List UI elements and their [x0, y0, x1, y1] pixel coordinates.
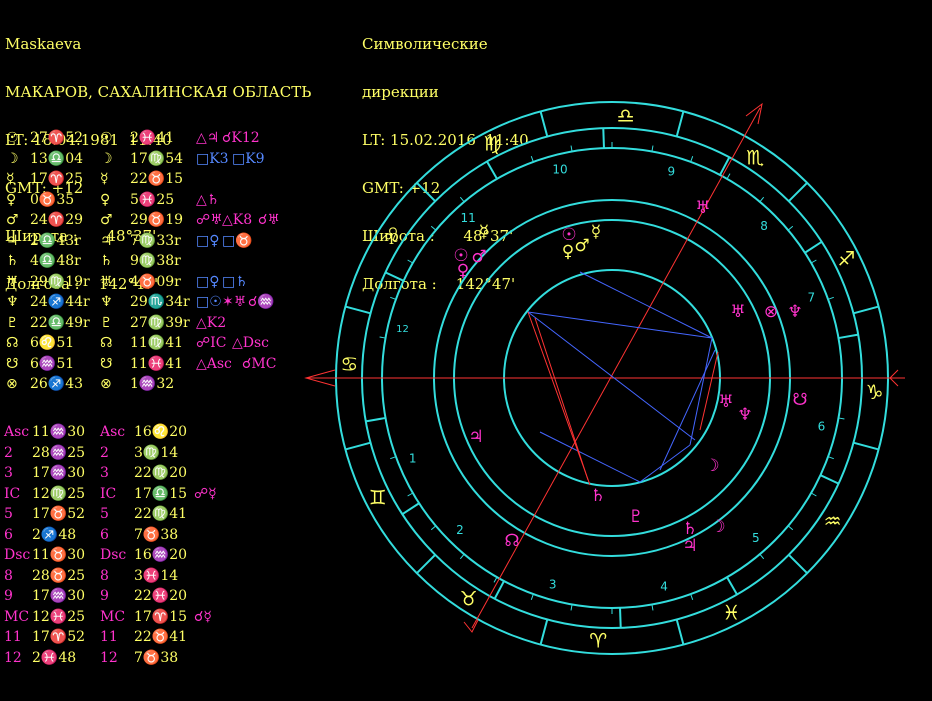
- degree-tick: [759, 196, 765, 203]
- house-number: 6: [818, 419, 826, 433]
- aspect-line: [659, 349, 716, 471]
- house-number: 12: [396, 324, 409, 335]
- degree-tick: [810, 259, 817, 264]
- sign-divider: [345, 305, 371, 315]
- degree-tick: [570, 145, 573, 152]
- sign-divider: [675, 111, 685, 137]
- degree-tick: [690, 593, 694, 600]
- chart-wheel: ♑♐♏♎♍♌♋♊♉♈♓♒123 456789101112☿☉♀ ♂♅ ⊗ ♆♆♅ ☋♃☽♄…: [304, 101, 905, 655]
- zodiac-sign-glyph: ♉: [460, 587, 478, 611]
- degree-tick: [390, 456, 397, 460]
- degree-tick: [430, 225, 437, 231]
- natal-planet-marker: ♃: [682, 536, 697, 556]
- zodiac-sign-glyph: ♌: [382, 223, 400, 247]
- degree-tick: [787, 525, 794, 531]
- degree-tick: [810, 492, 817, 497]
- sign-divider: [539, 619, 549, 645]
- sign-divider: [853, 441, 879, 451]
- house-number: 2: [456, 523, 464, 537]
- sign-divider: [788, 554, 808, 574]
- degree-tick: [651, 145, 654, 152]
- natal-planet-marker: ☿: [591, 222, 601, 242]
- zodiac-sign-glyph: ♒: [824, 509, 842, 533]
- zodiac-sign-glyph: ♋: [340, 352, 358, 376]
- house-number: 3: [549, 578, 557, 592]
- directed-planet-marker: ☿: [479, 222, 489, 242]
- zodiac-sign-glyph: ♈: [589, 629, 607, 653]
- sign-divider: [345, 441, 371, 451]
- house-cusp-tick: [804, 241, 823, 254]
- degree-tick: [430, 525, 437, 531]
- natal-planet-marker: ♃: [468, 427, 483, 447]
- natal-planet-marker: ☽: [704, 456, 719, 476]
- degree-tick: [530, 156, 534, 163]
- natal-planet-marker: ♇: [628, 507, 643, 527]
- mc-arrow: [745, 102, 763, 125]
- house-cusp-tick: [619, 607, 622, 628]
- natal-planet-marker: ♆: [787, 302, 802, 322]
- house-cusp-tick: [820, 474, 839, 485]
- house-number: 1: [409, 452, 417, 466]
- aspect-line: [639, 444, 691, 483]
- directed-planet-marker: ♅: [695, 198, 710, 218]
- zodiac-sign-glyph: ♍: [484, 132, 502, 156]
- zodiac-sign-glyph: ♏: [746, 145, 764, 169]
- natal-planet-marker: ☊: [504, 531, 519, 551]
- sign-divider: [416, 554, 436, 574]
- degree-tick: [827, 456, 834, 460]
- degree-tick: [651, 604, 654, 611]
- zodiac-sign-glyph: ♑: [866, 380, 884, 404]
- degree-tick: [407, 259, 414, 264]
- degree-tick: [690, 156, 694, 163]
- house-number: 8: [760, 219, 768, 233]
- sign-divider: [853, 305, 879, 315]
- degree-tick: [407, 492, 414, 497]
- aspect-line: [534, 317, 589, 481]
- sign-divider: [539, 111, 549, 137]
- natal-planet-marker: ♅: [730, 302, 745, 322]
- degree-tick: [570, 604, 573, 611]
- degree-tick: [390, 296, 397, 300]
- house-cusp-tick: [385, 271, 404, 282]
- natal-planet-marker: ♆: [737, 405, 752, 425]
- degree-tick: [726, 173, 731, 180]
- degree-tick: [379, 336, 386, 339]
- natal-planet-marker: ☋: [792, 390, 807, 410]
- aspect-line: [527, 311, 713, 339]
- natal-planet-marker: ♅: [718, 392, 733, 412]
- degree-tick: [530, 593, 534, 600]
- natal-planet-marker: ♄: [590, 486, 605, 506]
- house-number: 5: [752, 531, 760, 545]
- zodiac-sign-glyph: ♎: [617, 103, 635, 127]
- degree-tick: [459, 553, 465, 560]
- house-number: 9: [667, 164, 675, 178]
- sign-divider: [788, 182, 808, 202]
- degree-tick: [787, 225, 794, 231]
- degree-tick: [759, 553, 765, 560]
- zodiac-sign-glyph: ♐: [837, 247, 855, 271]
- house-cusp-tick: [401, 502, 420, 515]
- natal-planet-marker: ☽: [710, 517, 725, 537]
- natal-planet-marker: ⊗: [764, 302, 778, 322]
- sign-divider: [416, 182, 436, 202]
- aspect-line: [527, 311, 696, 441]
- zodiac-sign-glyph: ♓: [722, 600, 740, 624]
- house-number: 10: [552, 162, 567, 176]
- degree-tick: [493, 576, 498, 583]
- directed-planet-marker: ♀: [457, 261, 469, 281]
- house-number: 7: [808, 290, 816, 304]
- house-cusp-tick: [602, 128, 605, 149]
- house-number: 4: [660, 580, 668, 594]
- sign-divider: [675, 619, 685, 645]
- degree-tick: [838, 417, 845, 420]
- directed-planet-marker: ♂: [471, 247, 486, 267]
- degree-tick: [827, 296, 834, 300]
- aspect-line: [539, 431, 641, 483]
- natal-planet-marker: ♀: [562, 242, 574, 262]
- natal-planet-marker: ♂: [574, 236, 589, 256]
- degree-tick: [459, 196, 465, 203]
- zodiac-sign-glyph: ♊: [369, 485, 387, 509]
- house-number: 11: [460, 211, 475, 225]
